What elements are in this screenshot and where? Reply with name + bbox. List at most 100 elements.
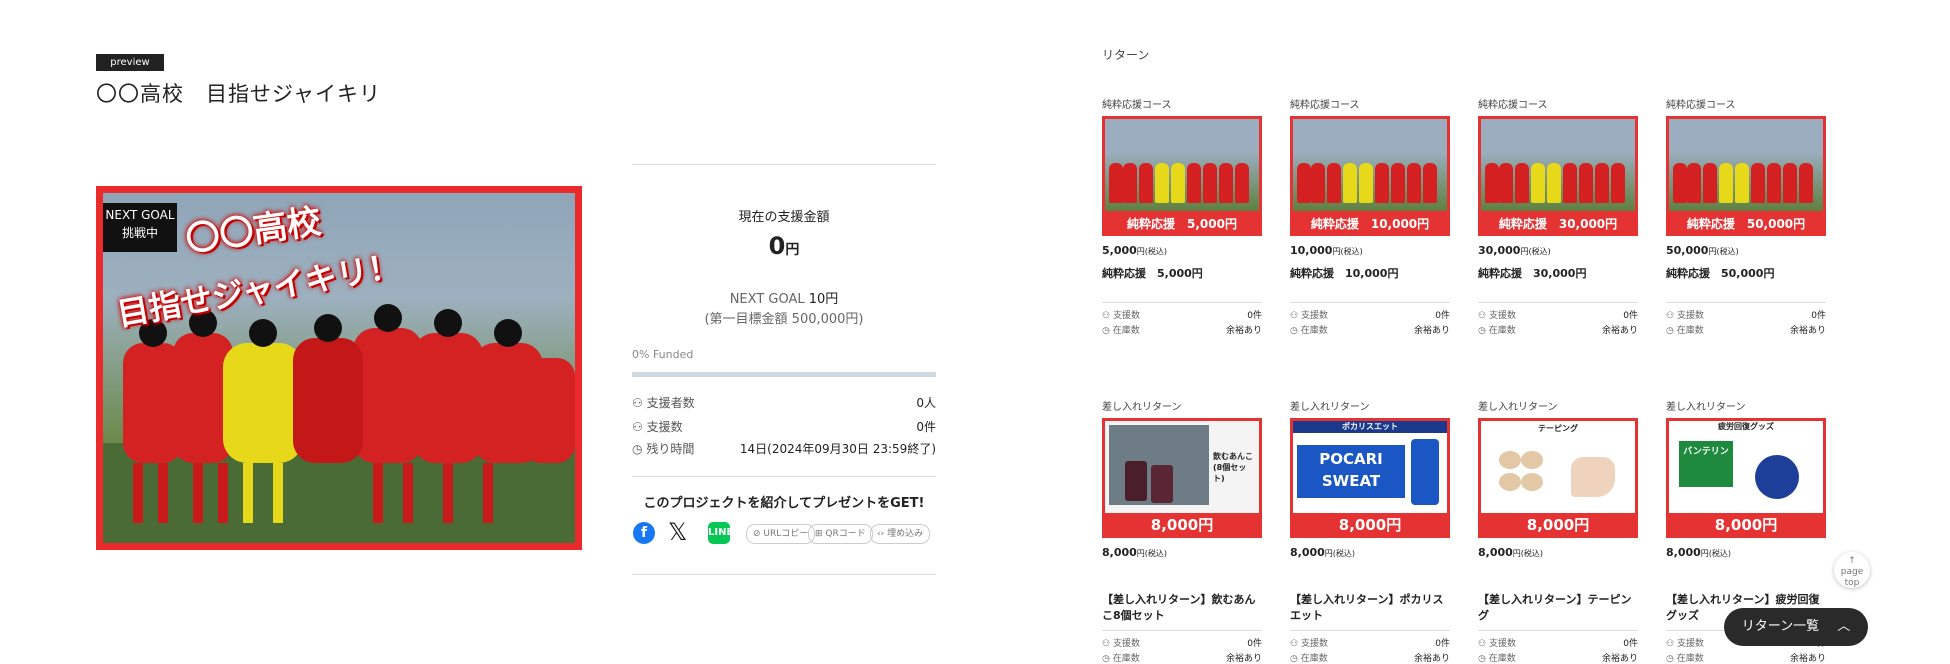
return-card[interactable]: 純粋応援コース 純粋応援 30,000円 30,000円(税込) 純粋応援 30,00… bbox=[1478, 96, 1638, 336]
stock-value: 余裕あり bbox=[1225, 326, 1262, 336]
return-price: 10,000円(税込) bbox=[1290, 244, 1363, 257]
progress-bar bbox=[632, 372, 936, 377]
arrow-up-icon: ↑ bbox=[1848, 556, 1856, 566]
price-value: 10,000 bbox=[1290, 244, 1333, 257]
stock-value: 余裕あり bbox=[1413, 326, 1450, 336]
product-brand-text: バンテリン bbox=[1679, 441, 1733, 487]
clock-icon: ◷ bbox=[1102, 654, 1110, 664]
url-copy-button[interactable]: ⊘ URLコピー bbox=[746, 524, 816, 544]
return-name[interactable]: 純粋応援 10,000円 bbox=[1290, 266, 1450, 282]
stock-value: 余裕あり bbox=[1789, 654, 1826, 664]
users-icon: ⚇ bbox=[1102, 639, 1111, 649]
price-tax-note: 円(税込) bbox=[1324, 549, 1356, 558]
next-goal-label: NEXT GOAL bbox=[105, 208, 175, 222]
return-image[interactable]: 疲労回復グッズ バンテリン 8,000円 bbox=[1666, 418, 1826, 538]
return-stock: ◷ 在庫数 余裕あり bbox=[1102, 323, 1262, 336]
users-icon: ⚇ bbox=[632, 420, 643, 434]
price-value: 5,000 bbox=[1102, 244, 1137, 257]
return-backers: ⚇ 支援数 0件 bbox=[1666, 308, 1826, 321]
product-brand-text: POCARI SWEAT bbox=[1297, 445, 1405, 498]
return-card[interactable]: 純粋応援コース 純粋応援 50,000円 50,000円(税込) 純粋応援 50,00… bbox=[1666, 96, 1826, 336]
return-name[interactable]: 純粋応援 50,000円 bbox=[1666, 266, 1826, 282]
return-price: 30,000円(税込) bbox=[1478, 244, 1551, 257]
page-top-label-1: page bbox=[1840, 567, 1864, 577]
stat-backers: ⚇ 支援者数 0人 bbox=[632, 394, 936, 412]
return-banner: 純粋応援 5,000円 bbox=[1127, 217, 1237, 231]
product-photo: ポカリスエット POCARI SWEAT bbox=[1293, 421, 1447, 513]
return-list-button[interactable]: リターン一覧 ︿ bbox=[1724, 608, 1868, 646]
stat-label: 支援者数 bbox=[646, 396, 695, 410]
team-photo bbox=[1669, 119, 1823, 211]
next-goal-tag: NEXT GOAL 挑戦中 bbox=[103, 203, 177, 252]
price-value: 50,000 bbox=[1666, 244, 1709, 257]
return-image[interactable]: ポカリスエット POCARI SWEAT 8,000円 bbox=[1290, 418, 1450, 538]
return-name[interactable]: 純粋応援 30,000円 bbox=[1478, 266, 1638, 282]
return-image[interactable]: 純粋応援 10,000円 bbox=[1290, 116, 1450, 236]
return-image[interactable]: 純粋応援 50,000円 bbox=[1666, 116, 1826, 236]
clock-icon: ◷ bbox=[632, 442, 643, 456]
price-tax-note: 円(税込) bbox=[1136, 549, 1168, 558]
clock-icon: ◷ bbox=[1666, 654, 1674, 664]
x-icon[interactable]: 𝕏 bbox=[668, 518, 687, 546]
stat-value: 14日(2024年09月30日 23:59終了) bbox=[739, 442, 936, 456]
return-price: 8,000円(税込) bbox=[1102, 546, 1167, 559]
embed-button[interactable]: ‹› 埋め込み bbox=[870, 524, 931, 544]
users-icon: ⚇ bbox=[1666, 311, 1675, 321]
backers-value: 0件 bbox=[1435, 311, 1450, 321]
return-backers: ⚇ 支援数 0件 bbox=[1478, 636, 1638, 649]
line-icon[interactable]: LINE bbox=[708, 522, 733, 544]
price-value: 8,000 bbox=[1290, 546, 1325, 559]
stat-label: 支援数 bbox=[646, 420, 683, 434]
backers-label: 支援数 bbox=[1676, 311, 1704, 321]
return-category: 純粋応援コース bbox=[1102, 100, 1172, 111]
return-card[interactable]: 差し入れリターン飲むあんこ (8個セット) 8,000円 8,000円(税込) 【差し… bbox=[1102, 398, 1262, 664]
project-hero-image: NEXT GOAL 挑戦中 〇〇高校 目指せジャイキリ！ bbox=[96, 186, 582, 550]
return-image[interactable]: 純粋応援 30,000円 bbox=[1478, 116, 1638, 236]
amount-value: 0 bbox=[768, 232, 786, 260]
return-image[interactable]: テーピング 8,000円 bbox=[1478, 418, 1638, 538]
return-card[interactable]: 純粋応援コース 純粋応援 5,000円 5,000円(税込) 純粋応援 5,000円 ⚇… bbox=[1102, 96, 1262, 336]
backers-label: 支援数 bbox=[1112, 311, 1140, 321]
backers-value: 0件 bbox=[1247, 311, 1262, 321]
backers-label: 支援数 bbox=[1676, 639, 1704, 649]
return-name[interactable]: 【差し入れリターン】飲むあんこ8個セット bbox=[1102, 592, 1262, 624]
return-name[interactable]: 【差し入れリターン】テーピング bbox=[1478, 592, 1638, 624]
users-icon: ⚇ bbox=[1478, 311, 1487, 321]
return-category: 差し入れリターン bbox=[1102, 402, 1182, 413]
divider bbox=[1478, 302, 1638, 303]
return-stock: ◷ 在庫数 余裕あり bbox=[1478, 651, 1638, 664]
users-icon: ⚇ bbox=[1102, 311, 1111, 321]
return-name[interactable]: 純粋応援 5,000円 bbox=[1102, 266, 1262, 282]
price-tax-note: 円(税込) bbox=[1708, 247, 1739, 256]
price-tax-note: 円(税込) bbox=[1520, 247, 1551, 256]
return-card[interactable]: 差し入れリターン テーピング 8,000円 8,000円(税込) 【差し入れリターン】テ… bbox=[1478, 398, 1638, 664]
product-photo: テーピング bbox=[1481, 421, 1635, 513]
price-tax-note: 円(税込) bbox=[1700, 549, 1732, 558]
stock-value: 余裕あり bbox=[1601, 326, 1638, 336]
backers-label: 支援数 bbox=[1112, 639, 1140, 649]
return-name[interactable]: 【差し入れリターン】ポカリスエット bbox=[1290, 592, 1450, 624]
return-banner: 純粋応援 10,000円 bbox=[1310, 217, 1430, 231]
divider bbox=[1102, 302, 1262, 303]
page-top-button[interactable]: ↑ page top bbox=[1834, 552, 1870, 588]
return-card[interactable]: 純粋応援コース 純粋応援 10,000円 10,000円(税込) 純粋応援 10,00… bbox=[1290, 96, 1450, 336]
button-label: 埋め込み bbox=[887, 529, 924, 539]
team-photo bbox=[1481, 119, 1635, 211]
divider bbox=[632, 574, 936, 575]
challenge-label: 挑戦中 bbox=[121, 226, 158, 240]
return-price: 8,000円(税込) bbox=[1290, 546, 1355, 559]
return-image[interactable]: 飲むあんこ (8個セット) 8,000円 bbox=[1102, 418, 1262, 538]
facebook-icon[interactable]: f bbox=[633, 522, 655, 544]
return-card[interactable]: 差し入れリターン ポカリスエット POCARI SWEAT 8,000円 8,000円(… bbox=[1290, 398, 1450, 664]
stock-label: 在庫数 bbox=[1300, 654, 1328, 664]
stock-label: 在庫数 bbox=[1112, 654, 1140, 664]
return-image[interactable]: 純粋応援 5,000円 bbox=[1102, 116, 1262, 236]
backers-label: 支援数 bbox=[1300, 639, 1328, 649]
qr-code-button[interactable]: ⊞ QRコード bbox=[808, 524, 873, 544]
price-value: 8,000 bbox=[1478, 546, 1513, 559]
price-value: 30,000 bbox=[1478, 244, 1521, 257]
users-icon: ⚇ bbox=[1478, 639, 1487, 649]
stock-label: 在庫数 bbox=[1300, 326, 1328, 336]
backers-label: 支援数 bbox=[1488, 311, 1516, 321]
clock-icon: ◷ bbox=[1478, 326, 1486, 336]
